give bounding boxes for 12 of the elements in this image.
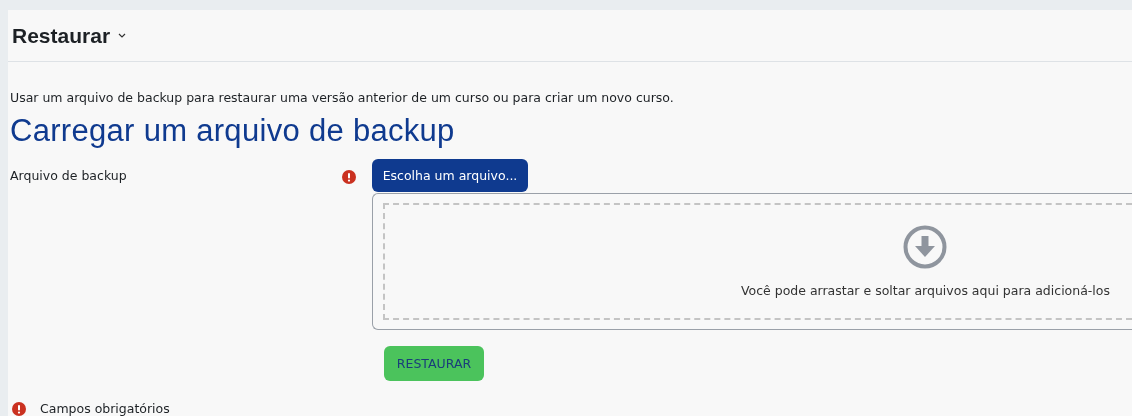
page-title: Restaurar [12,23,111,48]
restore-button[interactable]: RESTAURAR [384,346,484,381]
section-title: Carregar um arquivo de backup [10,113,456,149]
required-note: Campos obrigatórios [40,401,170,416]
dropzone[interactable]: Você pode arrastar e soltar arquivos aqui para adicioná-los [383,203,1132,320]
caret-icon[interactable] [118,33,127,38]
field-label: Arquivo de backup [9,167,128,185]
choose-file-button[interactable]: Escolha um arquivo... [372,159,528,192]
download-icon [903,225,948,269]
error-icon [341,170,356,184]
intro-text: Usar um arquivo de backup para restaurar uma versão anterior de um curso ou para criar um novo curso. [10,90,675,105]
dropzone-hint: Você pode arrastar e soltar arquivos aqui para adicioná-los [740,283,1110,298]
